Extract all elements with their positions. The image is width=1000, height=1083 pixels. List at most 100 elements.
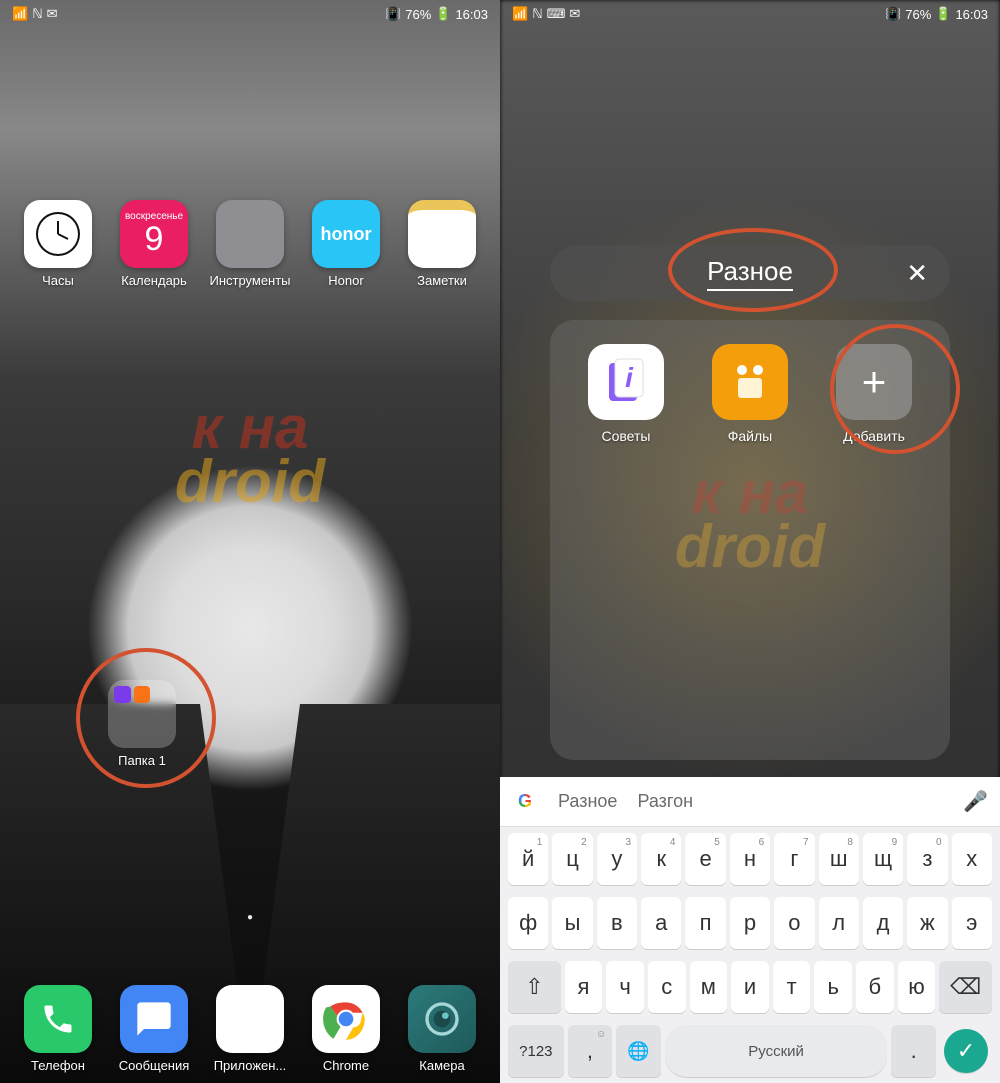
suggestion-1[interactable]: Разное bbox=[558, 791, 617, 812]
google-logo-icon[interactable]: G bbox=[512, 789, 538, 815]
key-э[interactable]: э bbox=[952, 897, 992, 949]
keyboard-row-bottom: ?123 , ☺ 🌐 Русский . ✓ bbox=[500, 1019, 1000, 1083]
folder-label: Папка 1 bbox=[118, 754, 166, 768]
key-ч[interactable]: ч bbox=[606, 961, 644, 1013]
key-space[interactable]: Русский bbox=[665, 1025, 888, 1077]
app-label: Инструменты bbox=[209, 274, 290, 288]
folder-app-files[interactable]: Файлы bbox=[692, 344, 808, 444]
key-ц[interactable]: ц2 bbox=[552, 833, 592, 885]
folder-title-input[interactable]: Разное ✕ bbox=[550, 245, 950, 301]
app-label: Камера bbox=[419, 1059, 464, 1073]
key-backspace[interactable]: ⌫ bbox=[939, 961, 992, 1013]
key-numbers[interactable]: ?123 bbox=[508, 1025, 564, 1077]
vibrate-icon: 📳 bbox=[385, 6, 401, 22]
suggestion-2[interactable]: Разгон bbox=[637, 791, 693, 812]
keyboard-row-2: фывапролджэ bbox=[500, 891, 1000, 955]
dock-phone[interactable]: Телефон bbox=[10, 985, 106, 1073]
keyboard-row-3: ⇧ячсмитьбю⌫ bbox=[500, 955, 1000, 1019]
key-я[interactable]: я bbox=[565, 961, 603, 1013]
app-calendar[interactable]: воскресенье 9 Календарь bbox=[106, 200, 202, 288]
key-ф[interactable]: ф bbox=[508, 897, 548, 949]
app-label: Телефон bbox=[31, 1059, 85, 1073]
app-honor[interactable]: honor Honor bbox=[298, 200, 394, 288]
battery-percent: 76% bbox=[405, 7, 431, 22]
folder-app-tips[interactable]: i Советы bbox=[568, 344, 684, 444]
clock-time: 16:03 bbox=[955, 7, 988, 22]
app-clock[interactable]: Часы bbox=[10, 200, 106, 288]
folder-icon bbox=[108, 680, 176, 748]
plus-icon: + bbox=[836, 344, 912, 420]
key-а[interactable]: а bbox=[641, 897, 681, 949]
dock-chrome[interactable]: Chrome bbox=[298, 985, 394, 1073]
folder-app-label: Добавить bbox=[843, 428, 905, 444]
camera-icon bbox=[408, 985, 476, 1053]
files-icon bbox=[712, 344, 788, 420]
key-л[interactable]: л bbox=[819, 897, 859, 949]
key-period[interactable]: . bbox=[891, 1025, 936, 1077]
mail-icon: ✉ bbox=[47, 6, 58, 22]
key-ю[interactable]: ю bbox=[898, 961, 936, 1013]
key-ш[interactable]: ш8 bbox=[819, 833, 859, 885]
key-т[interactable]: т bbox=[773, 961, 811, 1013]
dock-apps[interactable]: Приложен... bbox=[202, 985, 298, 1073]
dock-messages[interactable]: Сообщения bbox=[106, 985, 202, 1073]
key-р[interactable]: р bbox=[730, 897, 770, 949]
key-м[interactable]: м bbox=[690, 961, 728, 1013]
folder-app-label: Советы bbox=[602, 428, 651, 444]
folder-app-label: Файлы bbox=[728, 428, 772, 444]
clock-time: 16:03 bbox=[455, 7, 488, 22]
battery-icon: 🔋 bbox=[935, 6, 951, 22]
key-щ[interactable]: щ9 bbox=[863, 833, 903, 885]
apps-drawer-icon bbox=[216, 985, 284, 1053]
key-о[interactable]: о bbox=[774, 897, 814, 949]
folder-add-button[interactable]: + Добавить bbox=[816, 344, 932, 444]
key-з[interactable]: з0 bbox=[907, 833, 947, 885]
phone-icon bbox=[24, 985, 92, 1053]
keyboard-icon: ⌨ bbox=[547, 6, 566, 22]
key-п[interactable]: п bbox=[685, 897, 725, 949]
key-г[interactable]: г7 bbox=[774, 833, 814, 885]
folder-title-text[interactable]: Разное bbox=[707, 256, 793, 291]
honor-icon: honor bbox=[312, 200, 380, 268]
page-indicator: ● bbox=[247, 912, 253, 923]
notes-icon bbox=[408, 200, 476, 268]
key-у[interactable]: у3 bbox=[597, 833, 637, 885]
key-globe[interactable]: 🌐 bbox=[616, 1025, 661, 1077]
key-в[interactable]: в bbox=[597, 897, 637, 949]
key-comma[interactable]: , ☺ bbox=[568, 1025, 613, 1077]
home-folder[interactable]: Папка 1 bbox=[108, 680, 176, 768]
key-ж[interactable]: ж bbox=[907, 897, 947, 949]
key-д[interactable]: д bbox=[863, 897, 903, 949]
dock-camera[interactable]: Камера bbox=[394, 985, 490, 1073]
key-shift[interactable]: ⇧ bbox=[508, 961, 561, 1013]
key-и[interactable]: и bbox=[731, 961, 769, 1013]
status-bar: 📶 ℕ ⌨ ✉ 📳 76% 🔋 16:03 bbox=[500, 0, 1000, 28]
suggestion-bar: G Разное Разгон 🎤 bbox=[500, 777, 1000, 827]
key-н[interactable]: н6 bbox=[730, 833, 770, 885]
chrome-icon bbox=[312, 985, 380, 1053]
clear-title-button[interactable]: ✕ bbox=[906, 258, 928, 289]
app-tools-folder[interactable]: Инструменты bbox=[202, 200, 298, 288]
app-label: Часы bbox=[42, 274, 74, 288]
key-й[interactable]: й1 bbox=[508, 833, 548, 885]
app-label: Honor bbox=[328, 274, 363, 288]
key-е[interactable]: е5 bbox=[685, 833, 725, 885]
nfc-icon: ℕ bbox=[32, 6, 42, 22]
app-label: Chrome bbox=[323, 1059, 369, 1073]
key-х[interactable]: х bbox=[952, 833, 992, 885]
keyboard: G Разное Разгон 🎤 й1ц2у3к4е5н6г7ш8щ9з0х … bbox=[500, 777, 1000, 1083]
key-ы[interactable]: ы bbox=[552, 897, 592, 949]
mic-icon[interactable]: 🎤 bbox=[963, 789, 988, 814]
mail-icon: ✉ bbox=[569, 6, 580, 22]
key-enter[interactable]: ✓ bbox=[944, 1029, 988, 1073]
app-notes[interactable]: Заметки bbox=[394, 200, 490, 288]
messages-icon bbox=[120, 985, 188, 1053]
key-к[interactable]: к4 bbox=[641, 833, 681, 885]
app-label: Заметки bbox=[417, 274, 467, 288]
key-б[interactable]: б bbox=[856, 961, 894, 1013]
phone-right: к на droid 📶 ℕ ⌨ ✉ 📳 76% 🔋 16:03 Разное … bbox=[500, 0, 1000, 1083]
key-ь[interactable]: ь bbox=[814, 961, 852, 1013]
key-с[interactable]: с bbox=[648, 961, 686, 1013]
app-label: Приложен... bbox=[214, 1059, 287, 1073]
calendar-icon: воскресенье 9 bbox=[120, 200, 188, 268]
